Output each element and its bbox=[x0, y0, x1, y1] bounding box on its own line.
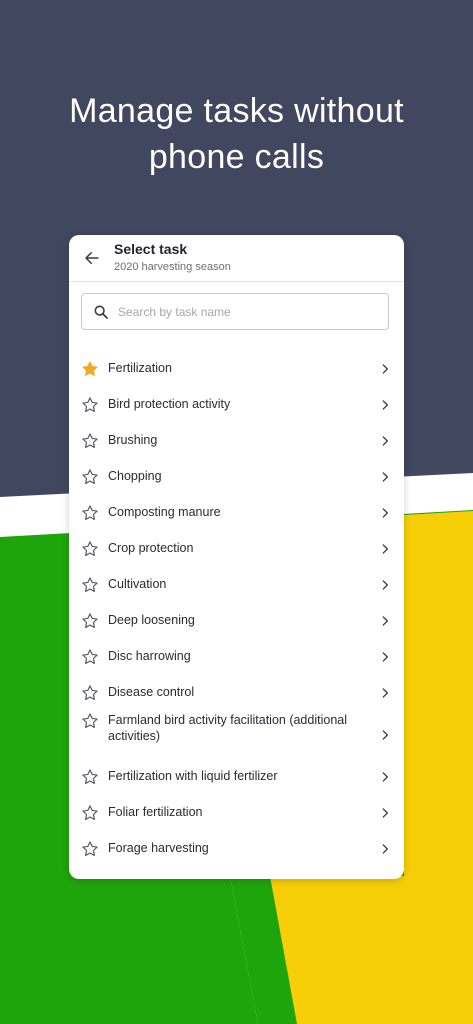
search-input[interactable] bbox=[118, 300, 378, 323]
task-label: Forage harvesting bbox=[108, 841, 209, 855]
chevron-right-icon bbox=[382, 400, 388, 410]
task-label: Fertilization with liquid fertilizer bbox=[108, 769, 278, 783]
back-button[interactable] bbox=[81, 247, 103, 269]
task-item[interactable]: Deep loosening bbox=[69, 603, 404, 639]
search-icon bbox=[94, 305, 108, 319]
star-outline-icon[interactable] bbox=[81, 804, 99, 822]
star-outline-icon[interactable] bbox=[81, 468, 99, 486]
task-item[interactable]: Foliar fertilization bbox=[69, 795, 404, 831]
star-outline-icon[interactable] bbox=[81, 840, 99, 858]
chevron-right-icon bbox=[382, 844, 388, 854]
task-label: Chopping bbox=[108, 469, 162, 483]
chevron-right-icon bbox=[382, 544, 388, 554]
task-label: Brushing bbox=[108, 433, 158, 447]
star-outline-icon[interactable] bbox=[81, 684, 99, 702]
task-label: Composting manure bbox=[108, 505, 221, 519]
task-label: Fertilization bbox=[108, 361, 172, 375]
chevron-right-icon bbox=[382, 688, 388, 698]
chevron-right-icon bbox=[382, 364, 388, 374]
card-header: Select task 2020 harvesting season bbox=[69, 235, 404, 282]
headline-line-1: Manage tasks without bbox=[69, 92, 404, 130]
chevron-right-icon bbox=[382, 508, 388, 518]
task-item[interactable]: Composting manure bbox=[69, 495, 404, 531]
star-outline-icon[interactable] bbox=[81, 576, 99, 594]
arrow-left-icon bbox=[85, 252, 99, 264]
star-outline-icon[interactable] bbox=[81, 712, 99, 730]
task-item[interactable]: Fertilization bbox=[69, 351, 404, 387]
chevron-right-icon bbox=[382, 652, 388, 662]
task-label: Bird protection activity bbox=[108, 397, 231, 411]
chevron-right-icon bbox=[382, 436, 388, 446]
task-item[interactable]: Fertilization with liquid fertilizer bbox=[69, 759, 404, 795]
headline-line-2: phone calls bbox=[148, 138, 325, 176]
task-label: Cultivation bbox=[108, 577, 167, 591]
star-outline-icon[interactable] bbox=[81, 504, 99, 522]
task-item[interactable]: Bird protection activity bbox=[69, 387, 404, 423]
star-outline-icon[interactable] bbox=[81, 768, 99, 786]
star-outline-icon[interactable] bbox=[81, 540, 99, 558]
chevron-right-icon bbox=[382, 580, 388, 590]
chevron-right-icon bbox=[382, 772, 388, 782]
task-item[interactable]: Chopping bbox=[69, 459, 404, 495]
task-label: Crop protection bbox=[108, 541, 194, 555]
task-label: Deep loosening bbox=[108, 613, 195, 627]
star-outline-icon[interactable] bbox=[81, 648, 99, 666]
chevron-right-icon bbox=[382, 616, 388, 626]
chevron-right-icon bbox=[382, 472, 388, 482]
chevron-right-icon bbox=[382, 730, 388, 740]
task-item[interactable]: Cultivation bbox=[69, 567, 404, 603]
search-box[interactable] bbox=[81, 293, 389, 330]
page-title: Select task bbox=[114, 241, 188, 257]
select-task-card: Select task 2020 harvesting season Ferti… bbox=[69, 235, 404, 879]
page-subtitle: 2020 harvesting season bbox=[114, 261, 231, 273]
task-label: Disc harrowing bbox=[108, 649, 191, 663]
task-label: Farmland bird activity facilitation (add… bbox=[108, 713, 347, 743]
task-item[interactable]: Disc harrowing bbox=[69, 639, 404, 675]
task-item[interactable]: Forage harvesting bbox=[69, 831, 404, 867]
task-label: Foliar fertilization bbox=[108, 805, 203, 819]
task-item[interactable]: Crop protection bbox=[69, 531, 404, 567]
task-label: Disease control bbox=[108, 685, 195, 699]
star-outline-icon[interactable] bbox=[81, 396, 99, 414]
background-green-field-lower bbox=[0, 876, 258, 1024]
chevron-right-icon bbox=[382, 808, 388, 818]
star-filled-icon[interactable] bbox=[81, 360, 99, 378]
task-item[interactable]: Brushing bbox=[69, 423, 404, 459]
star-outline-icon[interactable] bbox=[81, 612, 99, 630]
task-list: Fertilization Bird protection activity Bru… bbox=[69, 351, 404, 867]
task-item[interactable]: Farmland bird activity facilitation (add… bbox=[69, 711, 404, 759]
star-outline-icon[interactable] bbox=[81, 432, 99, 450]
headline: Manage tasks without phone calls bbox=[0, 88, 473, 180]
task-item[interactable]: Disease control bbox=[69, 675, 404, 711]
